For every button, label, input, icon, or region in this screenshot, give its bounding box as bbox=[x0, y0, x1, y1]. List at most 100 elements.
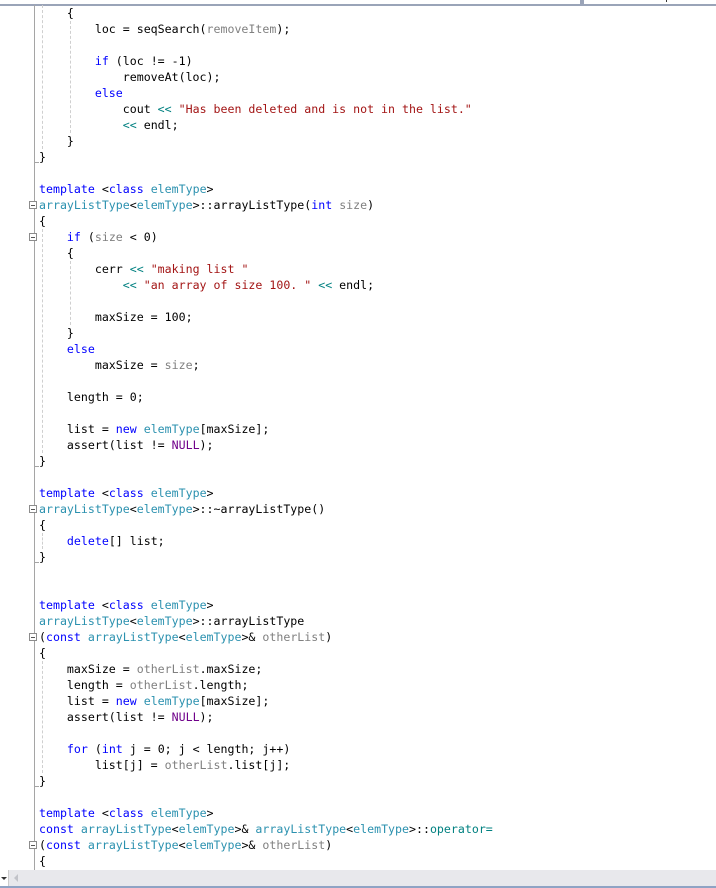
code-line[interactable]: arrayListType<elemType>::~arrayListType(… bbox=[0, 501, 716, 517]
code-line[interactable]: if (loc != -1) bbox=[0, 53, 716, 69]
code-line[interactable]: (const arrayListType<elemType>& otherLis… bbox=[0, 629, 716, 645]
code-token: } bbox=[39, 134, 74, 148]
code-line[interactable]: assert(list != NULL); bbox=[0, 709, 716, 725]
code-token: >::arrayListType bbox=[192, 614, 305, 628]
collapse-toggle-icon[interactable] bbox=[29, 233, 37, 241]
code-line[interactable]: { bbox=[0, 5, 716, 21]
code-token: otherList bbox=[262, 630, 326, 644]
code-line[interactable] bbox=[0, 293, 716, 309]
code-text: template <class elemType> bbox=[39, 805, 214, 821]
indent-guide bbox=[42, 661, 43, 773]
code-text: { bbox=[39, 517, 46, 533]
code-token: elemType bbox=[150, 182, 207, 196]
code-line[interactable] bbox=[0, 373, 716, 389]
code-text: { bbox=[39, 245, 74, 261]
collapse-toggle-icon[interactable] bbox=[29, 841, 37, 849]
code-line[interactable]: list = new elemType[maxSize]; bbox=[0, 421, 716, 437]
code-line[interactable]: template <class elemType> bbox=[0, 805, 716, 821]
code-line[interactable]: (const arrayListType<elemType>& otherLis… bbox=[0, 837, 716, 853]
code-line[interactable]: { bbox=[0, 517, 716, 533]
code-token: "making list " bbox=[150, 262, 249, 276]
code-line[interactable] bbox=[0, 469, 716, 485]
code-line[interactable]: if (size < 0) bbox=[0, 229, 716, 245]
code-line[interactable]: arrayListType<elemType>::arrayListType(i… bbox=[0, 197, 716, 213]
code-token: template bbox=[39, 486, 95, 500]
collapse-toggle-icon[interactable] bbox=[29, 505, 37, 513]
code-line[interactable]: else bbox=[0, 341, 716, 357]
code-line[interactable]: cerr << "making list " bbox=[0, 261, 716, 277]
indent-guide bbox=[70, 261, 71, 325]
horizontal-scrollbar[interactable] bbox=[0, 870, 716, 886]
zoom-dropdown-button[interactable] bbox=[0, 870, 9, 886]
code-line[interactable]: for (int j = 0; j < length; j++) bbox=[0, 741, 716, 757]
code-token: template bbox=[39, 806, 95, 820]
code-token: size bbox=[339, 198, 368, 212]
code-token: < bbox=[129, 502, 137, 516]
code-line[interactable]: { bbox=[0, 853, 716, 869]
code-token: maxSize = bbox=[39, 662, 137, 676]
code-token: endl; bbox=[136, 118, 179, 132]
code-token: >& bbox=[241, 838, 263, 852]
code-token: << bbox=[122, 118, 137, 132]
code-line[interactable]: const arrayListType<elemType>& arrayList… bbox=[0, 821, 716, 837]
code-line[interactable]: delete[] list; bbox=[0, 533, 716, 549]
code-token: { bbox=[39, 518, 46, 532]
code-line[interactable]: assert(list != NULL); bbox=[0, 437, 716, 453]
code-line[interactable]: template <class elemType> bbox=[0, 597, 716, 613]
collapse-toggle-icon[interactable] bbox=[29, 201, 37, 209]
code-line[interactable]: template <class elemType> bbox=[0, 181, 716, 197]
code-text: removeAt(loc); bbox=[39, 69, 221, 85]
code-line[interactable]: maxSize = otherList.maxSize; bbox=[0, 661, 716, 677]
indent-guide bbox=[42, 5, 43, 149]
code-token: otherList bbox=[164, 758, 228, 772]
code-line[interactable]: } bbox=[0, 325, 716, 341]
code-token: >:: bbox=[409, 822, 430, 836]
code-line[interactable]: arrayListType<elemType>::arrayListType bbox=[0, 613, 716, 629]
code-token: > bbox=[206, 182, 214, 196]
code-token: removeAt(loc); bbox=[39, 70, 221, 84]
code-line[interactable]: else bbox=[0, 85, 716, 101]
code-line[interactable]: } bbox=[0, 133, 716, 149]
code-line[interactable]: << "an array of size 100. " << endl; bbox=[0, 277, 716, 293]
code-line[interactable]: removeAt(loc); bbox=[0, 69, 716, 85]
code-line[interactable] bbox=[0, 725, 716, 741]
code-line[interactable] bbox=[0, 789, 716, 805]
code-text: } bbox=[39, 325, 74, 341]
code-line[interactable]: list = new elemType[maxSize]; bbox=[0, 693, 716, 709]
code-line[interactable] bbox=[0, 37, 716, 53]
code-line[interactable]: } bbox=[0, 549, 716, 565]
code-line[interactable]: maxSize = 100; bbox=[0, 309, 716, 325]
code-token: ( bbox=[87, 742, 102, 756]
code-token: list = bbox=[39, 422, 116, 436]
code-line[interactable]: maxSize = size; bbox=[0, 357, 716, 373]
code-line[interactable] bbox=[0, 165, 716, 181]
code-line[interactable]: } bbox=[0, 773, 716, 789]
collapse-toggle-icon[interactable] bbox=[29, 633, 37, 641]
code-line[interactable] bbox=[0, 581, 716, 597]
scroll-left-icon[interactable] bbox=[14, 874, 18, 882]
code-line[interactable]: << endl; bbox=[0, 117, 716, 133]
code-line[interactable]: { bbox=[0, 245, 716, 261]
code-line[interactable] bbox=[0, 565, 716, 581]
code-line[interactable]: { bbox=[0, 645, 716, 661]
code-line[interactable] bbox=[0, 405, 716, 421]
code-line[interactable]: list[j] = otherList.list[j]; bbox=[0, 757, 716, 773]
code-line[interactable]: } bbox=[0, 149, 716, 165]
code-line[interactable]: loc = seqSearch(removeItem); bbox=[0, 21, 716, 37]
code-editor[interactable]: { loc = seqSearch(removeItem); if (loc !… bbox=[0, 5, 716, 870]
split-handle[interactable] bbox=[580, 0, 584, 4]
indent-guide bbox=[42, 229, 43, 453]
indent-guide bbox=[42, 533, 43, 549]
code-line[interactable]: length = otherList.length; bbox=[0, 677, 716, 693]
code-token: elemType bbox=[150, 806, 207, 820]
code-line[interactable]: { bbox=[0, 213, 716, 229]
code-token: { bbox=[39, 646, 46, 660]
code-line[interactable]: } bbox=[0, 453, 716, 469]
code-token: [] list; bbox=[108, 534, 165, 548]
code-line[interactable]: length = 0; bbox=[0, 389, 716, 405]
code-line[interactable]: template <class elemType> bbox=[0, 485, 716, 501]
code-line[interactable]: cout << "Has been deleted and is not in … bbox=[0, 101, 716, 117]
